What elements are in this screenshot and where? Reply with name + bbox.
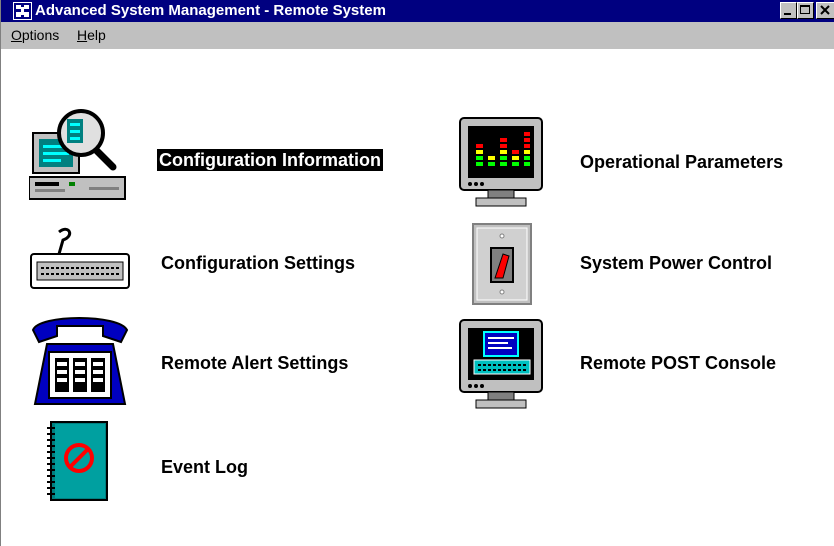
item-label: System Power Control bbox=[580, 253, 773, 273]
keyboard-icon bbox=[30, 227, 130, 289]
menu-help[interactable]: Help bbox=[77, 27, 106, 44]
power-switch-icon bbox=[472, 223, 532, 305]
close-button[interactable] bbox=[816, 2, 834, 19]
maximize-button[interactable] bbox=[797, 2, 814, 19]
magnifier-computer-icon bbox=[29, 109, 126, 200]
item-system-power-control[interactable]: System Power Control bbox=[471, 222, 831, 312]
menu-options[interactable]: Options bbox=[11, 27, 59, 44]
item-label: Remote POST Console bbox=[580, 353, 777, 373]
window-title: Advanced System Management - Remote Syst… bbox=[35, 2, 386, 19]
app-icon[interactable] bbox=[13, 2, 32, 20]
item-event-log[interactable]: Event Log bbox=[45, 420, 405, 510]
notebook-icon bbox=[47, 421, 108, 501]
minimize-icon bbox=[784, 13, 791, 15]
menu-bar: Options Help bbox=[1, 22, 834, 49]
monitor-bars-icon bbox=[459, 117, 543, 207]
item-remote-post-console[interactable]: Remote POST Console bbox=[458, 318, 818, 409]
close-icon bbox=[820, 5, 830, 15]
telephone-icon bbox=[31, 317, 129, 405]
item-label: Event Log bbox=[161, 457, 249, 477]
item-label: Operational Parameters bbox=[580, 152, 784, 172]
menu-help-mnemonic: H bbox=[77, 27, 88, 43]
maximize-icon bbox=[800, 5, 810, 14]
item-label: Configuration Information bbox=[157, 149, 383, 171]
main-window: Advanced System Management - Remote Syst… bbox=[0, 0, 834, 546]
item-configuration-information[interactable]: Configuration Information bbox=[29, 105, 389, 200]
menu-options-mnemonic: O bbox=[11, 27, 22, 43]
item-remote-alert-settings[interactable]: Remote Alert Settings bbox=[29, 312, 389, 405]
item-label: Configuration Settings bbox=[161, 253, 355, 273]
item-label: Remote Alert Settings bbox=[161, 353, 349, 373]
item-configuration-settings[interactable]: Configuration Settings bbox=[29, 226, 389, 316]
menu-help-rest: elp bbox=[87, 27, 106, 43]
monitor-console-icon bbox=[459, 319, 543, 409]
minimize-button[interactable] bbox=[780, 2, 797, 19]
menu-options-rest: ptions bbox=[21, 27, 60, 43]
title-bar[interactable]: Advanced System Management - Remote Syst… bbox=[1, 0, 834, 22]
item-operational-parameters[interactable]: Operational Parameters bbox=[458, 116, 818, 207]
